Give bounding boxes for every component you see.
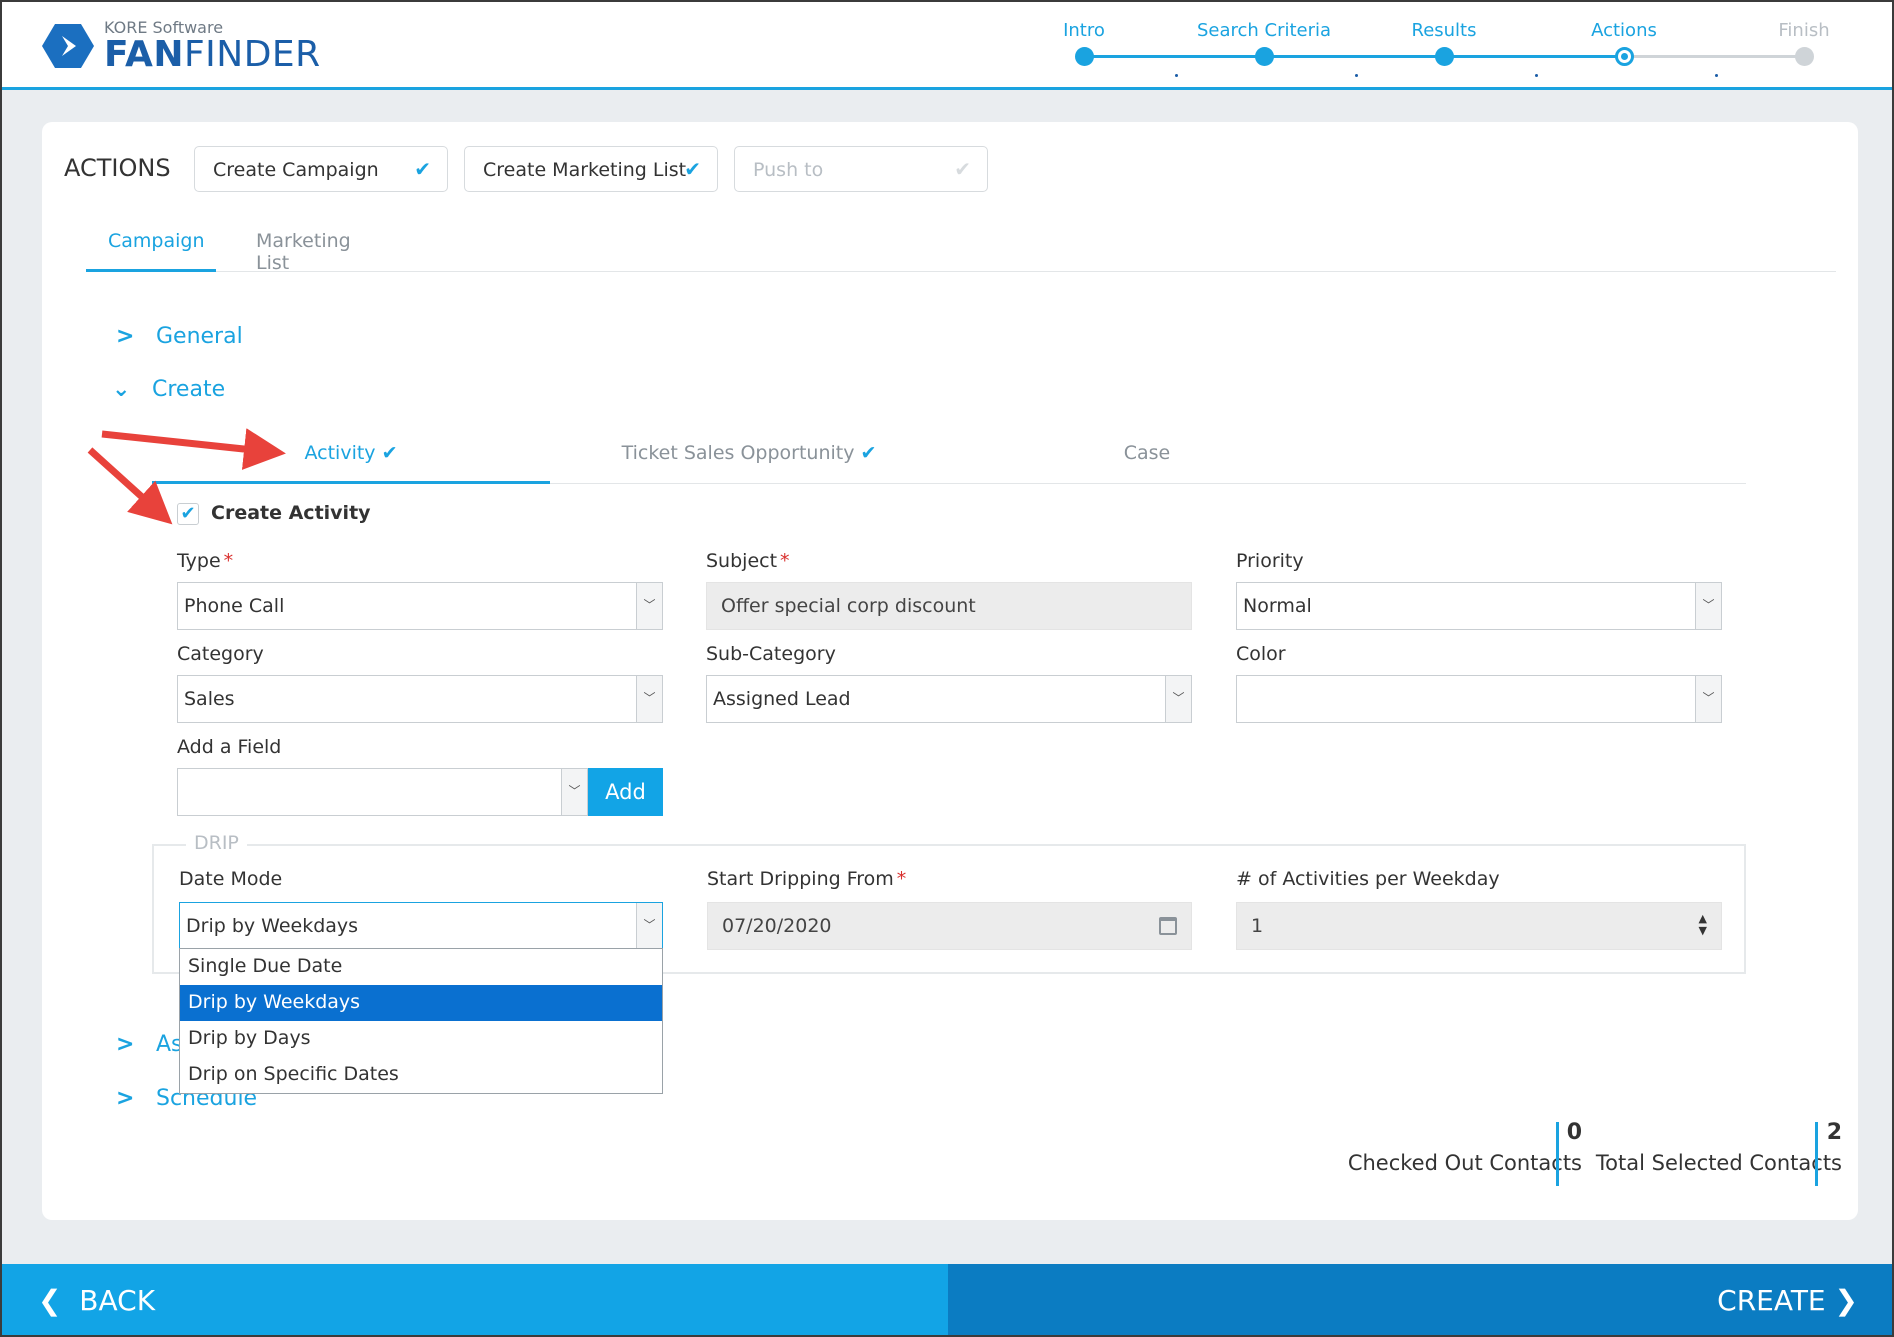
section-assign[interactable]: > As — [116, 1032, 183, 1057]
option-drip-by-weekdays[interactable]: Drip by Weekdays — [180, 985, 662, 1021]
chevron-down-icon: ⌄ — [112, 377, 131, 402]
spinner-icon[interactable]: ▲ ▼ — [1699, 913, 1707, 937]
app-window: KORE Software FANFINDER Intro Search Cri… — [0, 0, 1894, 1337]
chevron-down-icon: ﹀ — [1165, 676, 1191, 722]
category-select[interactable]: Sales ﹀ — [177, 675, 663, 723]
step-intro[interactable]: Intro — [1004, 20, 1164, 66]
actions-title: ACTIONS — [64, 154, 171, 182]
chevron-right-icon: ❯ — [1834, 1284, 1858, 1317]
subtab-case[interactable]: Case — [948, 428, 1346, 484]
create-campaign-button[interactable]: Create Campaign ✔ — [194, 146, 448, 192]
option-drip-on-specific-dates[interactable]: Drip on Specific Dates — [180, 1057, 662, 1093]
step-search-criteria[interactable]: Search Criteria — [1184, 20, 1344, 66]
priority-label: Priority — [1236, 550, 1304, 572]
create-marketing-list-button[interactable]: Create Marketing List ✔ — [464, 146, 718, 192]
create-activity-checkbox[interactable]: ✔ Create Activity — [177, 502, 371, 525]
checkbox-checked-icon[interactable]: ✔ — [177, 502, 199, 525]
chevron-left-icon: ❮ — [38, 1284, 62, 1317]
step-actions[interactable]: Actions — [1544, 20, 1704, 66]
check-icon: ✔ — [414, 157, 431, 181]
back-button[interactable]: ❮ BACK — [2, 1264, 948, 1335]
total-selected-stat: 2 Total Selected Contacts — [1572, 1120, 1842, 1175]
color-label: Color — [1236, 643, 1286, 665]
calendar-icon[interactable] — [1159, 917, 1177, 935]
wizard-stepper: Intro Search Criteria Results Actions Fi… — [1042, 20, 1862, 90]
type-select[interactable]: Phone Call ﹀ — [177, 582, 663, 630]
checked-out-label: Checked Out Contacts — [1347, 1151, 1582, 1175]
color-select[interactable]: ﹀ — [1236, 675, 1722, 723]
chevron-down-icon: ﹀ — [1695, 583, 1721, 629]
type-label: Type * — [177, 550, 234, 572]
kore-logo-icon — [42, 24, 94, 68]
step-finish: Finish — [1724, 20, 1884, 66]
chevron-down-icon: ﹀ — [561, 769, 587, 815]
checked-out-count: 0 — [1566, 1120, 1582, 1145]
main-tabs: Campaign Marketing List — [86, 218, 1836, 274]
chevron-down-icon: ﹀ — [636, 903, 662, 949]
drip-legend: DRIP — [186, 832, 247, 854]
checked-out-stat: 0 Checked Out Contacts — [1312, 1120, 1582, 1175]
chevron-down-icon: ﹀ — [1695, 676, 1721, 722]
tab-marketing-list[interactable]: Marketing List — [234, 218, 404, 274]
subject-input[interactable]: Offer special corp discount — [706, 582, 1192, 630]
section-create[interactable]: ⌄ Create — [112, 377, 225, 402]
check-icon: ✔ — [381, 442, 398, 464]
check-icon: ✔ — [684, 157, 701, 181]
activities-per-weekday-label: # of Activities per Weekday — [1236, 868, 1500, 890]
push-to-button: Push to ✔ — [734, 146, 988, 192]
total-selected-label: Total Selected Contacts — [1595, 1151, 1842, 1175]
tab-campaign[interactable]: Campaign — [86, 218, 216, 272]
subtab-activity[interactable]: Activity ✔ — [152, 428, 550, 484]
option-single-due-date[interactable]: Single Due Date — [180, 949, 662, 985]
category-label: Category — [177, 643, 264, 665]
chevron-down-icon: ﹀ — [636, 583, 662, 629]
check-icon: ✔ — [954, 157, 971, 181]
start-dripping-label: Start Dripping From * — [707, 868, 907, 890]
add-field-label: Add a Field — [177, 736, 282, 758]
total-selected-count: 2 — [1826, 1120, 1842, 1145]
sub-category-label: Sub-Category — [706, 643, 836, 665]
subtab-ticket-sales-opportunity[interactable]: Ticket Sales Opportunity ✔ — [550, 428, 948, 484]
chevron-right-icon: > — [116, 1086, 135, 1111]
create-subtabs: Activity ✔ Ticket Sales Opportunity ✔ Case — [152, 428, 1746, 484]
section-general[interactable]: > General — [116, 324, 243, 349]
main-card: ACTIONS Create Campaign ✔ Create Marketin… — [42, 122, 1858, 1220]
create-button[interactable]: CREATE ❯ — [948, 1264, 1892, 1335]
chevron-right-icon: > — [116, 324, 135, 349]
brand-name: FANFINDER — [104, 34, 321, 75]
date-mode-label: Date Mode — [179, 868, 283, 890]
priority-select[interactable]: Normal ﹀ — [1236, 582, 1722, 630]
option-drip-by-days[interactable]: Drip by Days — [180, 1021, 662, 1057]
chevron-down-icon: ﹀ — [636, 676, 662, 722]
activities-per-weekday-input[interactable]: 1 ▲ ▼ — [1236, 902, 1722, 950]
sub-category-select[interactable]: Assigned Lead ﹀ — [706, 675, 1192, 723]
header: KORE Software FANFINDER Intro Search Cri… — [2, 2, 1892, 90]
check-icon: ✔ — [860, 442, 877, 464]
step-results[interactable]: Results — [1364, 20, 1524, 66]
subject-label: Subject * — [706, 550, 790, 572]
date-mode-dropdown: Single Due Date Drip by Weekdays Drip by… — [179, 948, 663, 1094]
add-field-select[interactable]: ﹀ — [177, 768, 588, 816]
date-mode-select[interactable]: Drip by Weekdays ﹀ — [179, 902, 663, 950]
add-field-button[interactable]: Add — [588, 768, 663, 816]
brand-logo: KORE Software FANFINDER — [42, 18, 372, 78]
chevron-right-icon: > — [116, 1032, 135, 1057]
start-date-input[interactable]: 07/20/2020 — [707, 902, 1192, 950]
